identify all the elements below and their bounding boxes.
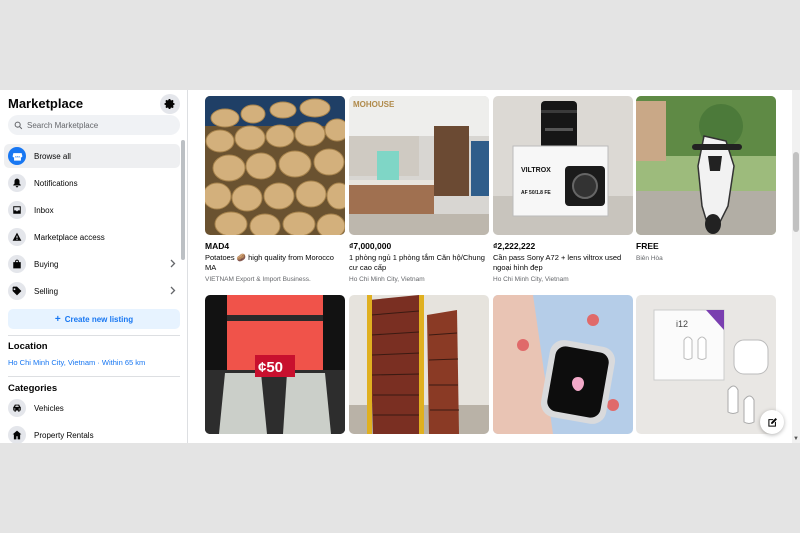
sidebar-item-label: Browse all: [34, 151, 71, 161]
location-link[interactable]: Ho Chi Minh City, Vietnam · Within 65 km: [8, 358, 145, 367]
main-scrollbar[interactable]: ▼: [792, 90, 800, 443]
create-listing-label: Create new listing: [64, 314, 134, 324]
sidebar-item-buying[interactable]: Buying: [4, 252, 180, 276]
listing-price: ₫2,222,222: [493, 241, 536, 251]
sidebar-item-label: Notifications: [34, 178, 78, 188]
listing-location: Ho Chi Minh City, Vietnam: [493, 276, 569, 283]
sidebar-header: Marketplace: [8, 94, 180, 114]
shopping-bag-icon: [8, 255, 26, 273]
search-bar[interactable]: [8, 115, 180, 135]
car-icon: [8, 399, 26, 417]
listing-image[interactable]: [636, 96, 776, 235]
sidebar-item-notifications[interactable]: Notifications: [4, 171, 180, 195]
listing-title: Potatoes 🥔 high quality from Morocco MA: [205, 253, 334, 272]
house-icon: [8, 426, 26, 443]
marketplace-window: Marketplace Browse all Notifications: [0, 90, 800, 443]
bell-icon: [8, 174, 26, 192]
sidebar-item-selling[interactable]: Selling: [4, 279, 180, 303]
sidebar-item-label: Selling: [34, 286, 59, 296]
sidebar: Marketplace Browse all Notifications: [0, 90, 188, 443]
listing-card[interactable]: [493, 295, 633, 434]
categories-heading: Categories: [8, 383, 58, 394]
listing-title: 1 phòng ngủ 1 phòng tắm Căn hộ/Chung cư …: [349, 253, 485, 272]
image-price-tag-text: ¢50: [258, 359, 283, 376]
compose-icon: [767, 417, 777, 427]
divider: [8, 376, 180, 377]
sidebar-item-marketplace-access[interactable]: Marketplace access: [4, 225, 180, 249]
listing-image[interactable]: MOHOUSE: [349, 96, 489, 235]
sidebar-item-label: Inbox: [34, 205, 54, 215]
image-watermark-text: MOHOUSE: [353, 100, 395, 109]
listing-card[interactable]: i12: [636, 295, 776, 434]
sidebar-item-inbox[interactable]: Inbox: [4, 198, 180, 222]
sidebar-scrollbar[interactable]: [181, 140, 185, 260]
sidebar-item-label: Buying: [34, 259, 59, 269]
listing-image[interactable]: [493, 295, 633, 434]
listing-image[interactable]: VILTROX AF 50/1.8 FE: [493, 96, 633, 235]
listing-location: VIETNAM Export & Import Business.: [205, 276, 311, 283]
listing-image[interactable]: i12: [636, 295, 776, 434]
page-title: Marketplace: [8, 96, 84, 111]
listing-card[interactable]: MAD4 Potatoes 🥔 high quality from Morocc…: [205, 96, 345, 284]
category-item-vehicles[interactable]: Vehicles: [4, 396, 180, 420]
chevron-right-icon: [170, 259, 176, 268]
listing-image[interactable]: [205, 96, 345, 235]
chevron-right-icon: [170, 286, 176, 295]
search-input[interactable]: [27, 120, 172, 130]
settings-gear-icon[interactable]: [160, 94, 180, 114]
create-new-listing-button[interactable]: + Create new listing: [8, 309, 180, 329]
listing-card[interactable]: MOHOUSE ₫7,000,000 1 phòng ngủ 1 phòng t…: [349, 96, 489, 284]
new-message-button[interactable]: [760, 410, 784, 434]
search-icon: [14, 121, 23, 129]
image-model-text: AF 50/1.8 FE: [521, 190, 551, 196]
listing-title: Cần pass Sony A72 + lens viltrox used ng…: [493, 253, 622, 272]
warning-icon: [8, 228, 26, 246]
category-item-property-rentals[interactable]: Property Rentals: [4, 423, 180, 443]
category-label: Property Rentals: [34, 430, 94, 440]
listing-price: MAD4: [205, 241, 230, 251]
image-brand-text: VILTROX: [521, 167, 551, 174]
location-heading: Location: [8, 341, 48, 352]
listing-card[interactable]: ¢50: [205, 295, 345, 434]
storefront-icon: [8, 147, 26, 165]
listing-image[interactable]: ¢50: [205, 295, 345, 434]
image-model-text: i12: [676, 319, 688, 329]
listing-price: ₫7,000,000: [349, 241, 392, 251]
inbox-icon: [8, 201, 26, 219]
tag-icon: [8, 282, 26, 300]
listing-location: Ho Chi Minh City, Vietnam: [349, 276, 425, 283]
scroll-down-icon[interactable]: ▼: [793, 436, 799, 442]
category-label: Vehicles: [34, 403, 64, 413]
listings-feed: MAD4 Potatoes 🥔 high quality from Morocc…: [189, 90, 800, 443]
sidebar-item-label: Marketplace access: [34, 232, 105, 242]
listing-image[interactable]: [349, 295, 489, 434]
divider: [8, 335, 180, 336]
listing-card[interactable]: [349, 295, 489, 434]
sidebar-item-browse-all[interactable]: Browse all: [4, 144, 180, 168]
listing-location: Biên Hòa: [636, 255, 663, 262]
listing-card[interactable]: VILTROX AF 50/1.8 FE ₫2,222,222 Cần pass…: [493, 96, 633, 284]
scrollbar-thumb[interactable]: [793, 152, 799, 232]
listing-price: FREE: [636, 241, 659, 251]
listing-card[interactable]: FREE Biên Hòa: [636, 96, 776, 263]
plus-icon: +: [54, 313, 61, 325]
